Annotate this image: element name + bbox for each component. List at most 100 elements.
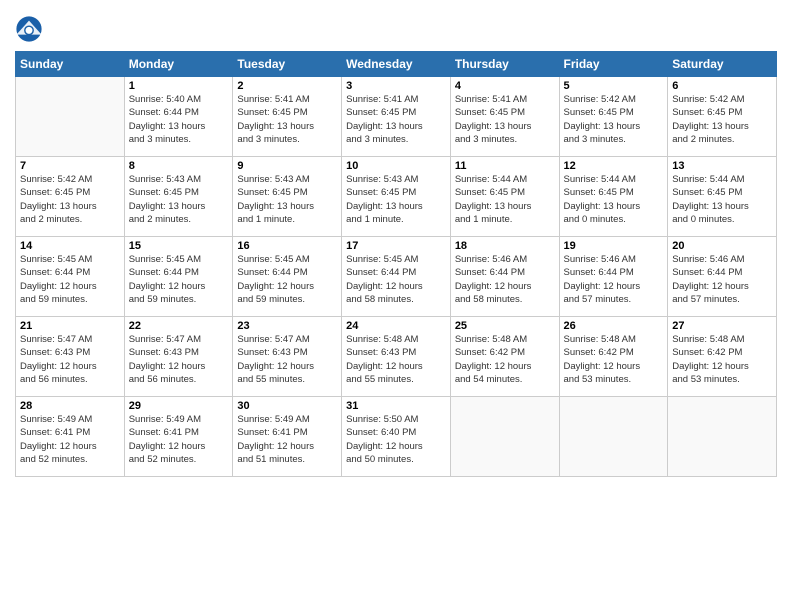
calendar-day-cell: 27Sunrise: 5:48 AM Sunset: 6:42 PM Dayli… xyxy=(668,317,777,397)
day-number: 11 xyxy=(455,160,555,172)
calendar-day-cell: 8Sunrise: 5:43 AM Sunset: 6:45 PM Daylig… xyxy=(124,157,233,237)
day-info: Sunrise: 5:41 AM Sunset: 6:45 PM Dayligh… xyxy=(237,93,337,146)
logo xyxy=(15,15,47,43)
day-number: 20 xyxy=(672,240,772,252)
day-number: 21 xyxy=(20,320,120,332)
day-info: Sunrise: 5:40 AM Sunset: 6:44 PM Dayligh… xyxy=(129,93,229,146)
weekday-header-cell: Friday xyxy=(559,52,668,77)
day-info: Sunrise: 5:43 AM Sunset: 6:45 PM Dayligh… xyxy=(237,173,337,226)
day-number: 28 xyxy=(20,400,120,412)
day-info: Sunrise: 5:42 AM Sunset: 6:45 PM Dayligh… xyxy=(672,93,772,146)
day-info: Sunrise: 5:41 AM Sunset: 6:45 PM Dayligh… xyxy=(346,93,446,146)
day-info: Sunrise: 5:45 AM Sunset: 6:44 PM Dayligh… xyxy=(20,253,120,306)
day-info: Sunrise: 5:47 AM Sunset: 6:43 PM Dayligh… xyxy=(129,333,229,386)
day-number: 27 xyxy=(672,320,772,332)
day-number: 19 xyxy=(564,240,664,252)
calendar-day-cell: 20Sunrise: 5:46 AM Sunset: 6:44 PM Dayli… xyxy=(668,237,777,317)
calendar-day-cell xyxy=(668,397,777,477)
day-info: Sunrise: 5:47 AM Sunset: 6:43 PM Dayligh… xyxy=(20,333,120,386)
logo-icon xyxy=(15,15,43,43)
calendar-day-cell xyxy=(559,397,668,477)
day-info: Sunrise: 5:48 AM Sunset: 6:42 PM Dayligh… xyxy=(672,333,772,386)
day-number: 8 xyxy=(129,160,229,172)
day-info: Sunrise: 5:44 AM Sunset: 6:45 PM Dayligh… xyxy=(564,173,664,226)
day-info: Sunrise: 5:46 AM Sunset: 6:44 PM Dayligh… xyxy=(564,253,664,306)
weekday-header-cell: Monday xyxy=(124,52,233,77)
day-number: 15 xyxy=(129,240,229,252)
day-info: Sunrise: 5:50 AM Sunset: 6:40 PM Dayligh… xyxy=(346,413,446,466)
day-number: 9 xyxy=(237,160,337,172)
day-number: 26 xyxy=(564,320,664,332)
weekday-header-cell: Sunday xyxy=(16,52,125,77)
day-info: Sunrise: 5:47 AM Sunset: 6:43 PM Dayligh… xyxy=(237,333,337,386)
calendar-day-cell: 22Sunrise: 5:47 AM Sunset: 6:43 PM Dayli… xyxy=(124,317,233,397)
day-number: 31 xyxy=(346,400,446,412)
day-info: Sunrise: 5:43 AM Sunset: 6:45 PM Dayligh… xyxy=(129,173,229,226)
day-number: 23 xyxy=(237,320,337,332)
calendar-day-cell: 10Sunrise: 5:43 AM Sunset: 6:45 PM Dayli… xyxy=(342,157,451,237)
day-info: Sunrise: 5:49 AM Sunset: 6:41 PM Dayligh… xyxy=(20,413,120,466)
day-info: Sunrise: 5:49 AM Sunset: 6:41 PM Dayligh… xyxy=(129,413,229,466)
calendar-day-cell: 31Sunrise: 5:50 AM Sunset: 6:40 PM Dayli… xyxy=(342,397,451,477)
calendar-day-cell: 26Sunrise: 5:48 AM Sunset: 6:42 PM Dayli… xyxy=(559,317,668,397)
calendar-week-row: 14Sunrise: 5:45 AM Sunset: 6:44 PM Dayli… xyxy=(16,237,777,317)
day-number: 30 xyxy=(237,400,337,412)
day-info: Sunrise: 5:46 AM Sunset: 6:44 PM Dayligh… xyxy=(455,253,555,306)
calendar-day-cell: 3Sunrise: 5:41 AM Sunset: 6:45 PM Daylig… xyxy=(342,77,451,157)
day-number: 10 xyxy=(346,160,446,172)
day-number: 7 xyxy=(20,160,120,172)
day-number: 5 xyxy=(564,80,664,92)
calendar-day-cell xyxy=(16,77,125,157)
calendar-day-cell: 14Sunrise: 5:45 AM Sunset: 6:44 PM Dayli… xyxy=(16,237,125,317)
weekday-header-cell: Tuesday xyxy=(233,52,342,77)
day-info: Sunrise: 5:46 AM Sunset: 6:44 PM Dayligh… xyxy=(672,253,772,306)
day-number: 2 xyxy=(237,80,337,92)
weekday-header-cell: Saturday xyxy=(668,52,777,77)
calendar-day-cell: 21Sunrise: 5:47 AM Sunset: 6:43 PM Dayli… xyxy=(16,317,125,397)
day-info: Sunrise: 5:45 AM Sunset: 6:44 PM Dayligh… xyxy=(346,253,446,306)
day-number: 14 xyxy=(20,240,120,252)
day-number: 16 xyxy=(237,240,337,252)
calendar-day-cell: 2Sunrise: 5:41 AM Sunset: 6:45 PM Daylig… xyxy=(233,77,342,157)
day-info: Sunrise: 5:49 AM Sunset: 6:41 PM Dayligh… xyxy=(237,413,337,466)
weekday-header-cell: Wednesday xyxy=(342,52,451,77)
day-number: 22 xyxy=(129,320,229,332)
calendar-day-cell: 15Sunrise: 5:45 AM Sunset: 6:44 PM Dayli… xyxy=(124,237,233,317)
calendar-day-cell: 5Sunrise: 5:42 AM Sunset: 6:45 PM Daylig… xyxy=(559,77,668,157)
calendar-day-cell: 18Sunrise: 5:46 AM Sunset: 6:44 PM Dayli… xyxy=(450,237,559,317)
day-number: 29 xyxy=(129,400,229,412)
calendar-day-cell: 17Sunrise: 5:45 AM Sunset: 6:44 PM Dayli… xyxy=(342,237,451,317)
calendar-day-cell: 23Sunrise: 5:47 AM Sunset: 6:43 PM Dayli… xyxy=(233,317,342,397)
page-header xyxy=(15,10,777,43)
calendar-day-cell: 28Sunrise: 5:49 AM Sunset: 6:41 PM Dayli… xyxy=(16,397,125,477)
day-number: 6 xyxy=(672,80,772,92)
day-info: Sunrise: 5:43 AM Sunset: 6:45 PM Dayligh… xyxy=(346,173,446,226)
day-info: Sunrise: 5:41 AM Sunset: 6:45 PM Dayligh… xyxy=(455,93,555,146)
day-info: Sunrise: 5:48 AM Sunset: 6:43 PM Dayligh… xyxy=(346,333,446,386)
calendar-week-row: 21Sunrise: 5:47 AM Sunset: 6:43 PM Dayli… xyxy=(16,317,777,397)
calendar-day-cell: 7Sunrise: 5:42 AM Sunset: 6:45 PM Daylig… xyxy=(16,157,125,237)
calendar-day-cell: 4Sunrise: 5:41 AM Sunset: 6:45 PM Daylig… xyxy=(450,77,559,157)
calendar-day-cell: 11Sunrise: 5:44 AM Sunset: 6:45 PM Dayli… xyxy=(450,157,559,237)
day-info: Sunrise: 5:48 AM Sunset: 6:42 PM Dayligh… xyxy=(455,333,555,386)
calendar-day-cell: 19Sunrise: 5:46 AM Sunset: 6:44 PM Dayli… xyxy=(559,237,668,317)
day-number: 18 xyxy=(455,240,555,252)
calendar-week-row: 7Sunrise: 5:42 AM Sunset: 6:45 PM Daylig… xyxy=(16,157,777,237)
day-info: Sunrise: 5:44 AM Sunset: 6:45 PM Dayligh… xyxy=(672,173,772,226)
day-number: 12 xyxy=(564,160,664,172)
day-info: Sunrise: 5:48 AM Sunset: 6:42 PM Dayligh… xyxy=(564,333,664,386)
calendar-day-cell xyxy=(450,397,559,477)
calendar-day-cell: 13Sunrise: 5:44 AM Sunset: 6:45 PM Dayli… xyxy=(668,157,777,237)
day-number: 1 xyxy=(129,80,229,92)
day-number: 4 xyxy=(455,80,555,92)
day-info: Sunrise: 5:42 AM Sunset: 6:45 PM Dayligh… xyxy=(564,93,664,146)
calendar-table: SundayMondayTuesdayWednesdayThursdayFrid… xyxy=(15,51,777,477)
calendar-day-cell: 12Sunrise: 5:44 AM Sunset: 6:45 PM Dayli… xyxy=(559,157,668,237)
day-number: 17 xyxy=(346,240,446,252)
day-info: Sunrise: 5:45 AM Sunset: 6:44 PM Dayligh… xyxy=(129,253,229,306)
calendar-day-cell: 29Sunrise: 5:49 AM Sunset: 6:41 PM Dayli… xyxy=(124,397,233,477)
day-info: Sunrise: 5:45 AM Sunset: 6:44 PM Dayligh… xyxy=(237,253,337,306)
weekday-header-row: SundayMondayTuesdayWednesdayThursdayFrid… xyxy=(16,52,777,77)
calendar-day-cell: 25Sunrise: 5:48 AM Sunset: 6:42 PM Dayli… xyxy=(450,317,559,397)
calendar-day-cell: 16Sunrise: 5:45 AM Sunset: 6:44 PM Dayli… xyxy=(233,237,342,317)
